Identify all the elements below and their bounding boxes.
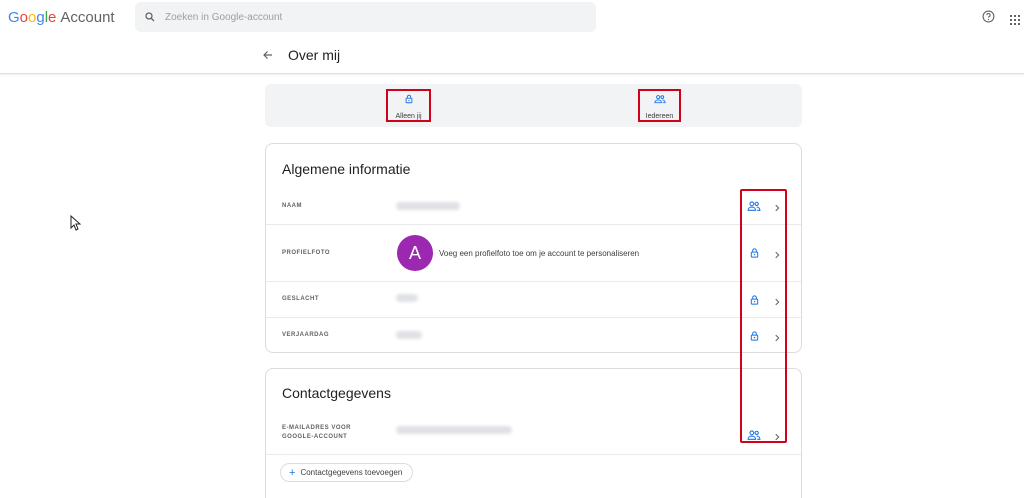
logo-letter: g <box>36 9 45 26</box>
logo-letter: G <box>8 9 20 26</box>
legend-everyone: Iedereen <box>638 89 681 122</box>
row-gender[interactable]: GESLACHT <box>266 281 801 317</box>
page-title: Over mij <box>288 47 341 63</box>
contact-title: Contactgegevens <box>282 385 391 401</box>
apps-grid-icon[interactable] <box>1010 12 1020 30</box>
logo-letter: o <box>19 9 29 26</box>
logo-letter: e <box>48 9 57 26</box>
row-label-line2: GOOGLE-ACCOUNT <box>282 434 348 440</box>
avatar[interactable]: A <box>397 235 433 271</box>
row-name[interactable]: NAAM <box>266 189 801 224</box>
legend-only-you-label: Alleen jij <box>395 113 422 120</box>
legend-only-you: Alleen jij <box>386 89 431 122</box>
page-header: Over mij <box>0 34 1024 74</box>
people-icon <box>653 91 666 109</box>
legend-everyone-label: Iedereen <box>645 113 674 120</box>
visibility-icons-highlight <box>740 189 787 443</box>
profile-photo-hint: Voeg een profielfoto toe om je account t… <box>439 249 640 258</box>
general-info-card: Algemene informatie NAAM PROFIELFOTO A V… <box>265 143 802 353</box>
redacted-value <box>396 202 460 210</box>
row-label-line1: E-MAILADRES VOOR <box>282 425 352 431</box>
divider <box>266 454 801 455</box>
arrow-back-icon[interactable] <box>262 48 274 66</box>
row-profile-photo[interactable]: PROFIELFOTO A Voeg een profielfoto toe o… <box>266 224 801 281</box>
add-contact-label: Contactgegevens toevoegen <box>300 468 403 477</box>
top-bar: Google Account <box>0 0 1024 34</box>
row-label: NAAM <box>282 203 302 209</box>
row-label: PROFIELFOTO <box>282 250 331 256</box>
redacted-value <box>396 331 422 339</box>
lock-icon <box>404 91 414 109</box>
row-label: GESLACHT <box>282 296 319 302</box>
redacted-value <box>396 426 512 434</box>
search-bar[interactable] <box>135 2 596 32</box>
mouse-cursor-icon <box>70 214 82 236</box>
plus-icon: + <box>289 466 296 479</box>
redacted-value <box>396 294 418 302</box>
visibility-legend: Alleen jij Iedereen <box>265 84 802 127</box>
help-icon[interactable] <box>982 10 995 28</box>
logo-suffix: Account <box>60 9 115 26</box>
row-birthday[interactable]: VERJAARDAG <box>266 317 801 353</box>
google-account-logo[interactable]: Google Account <box>8 9 115 26</box>
row-label: VERJAARDAG <box>282 332 330 338</box>
general-info-title: Algemene informatie <box>282 161 411 177</box>
search-icon[interactable] <box>135 11 165 23</box>
search-input[interactable] <box>165 11 545 23</box>
add-contact-button[interactable]: + Contactgegevens toevoegen <box>280 463 414 482</box>
row-email[interactable]: E-MAILADRES VOOR GOOGLE-ACCOUNT <box>266 414 801 454</box>
